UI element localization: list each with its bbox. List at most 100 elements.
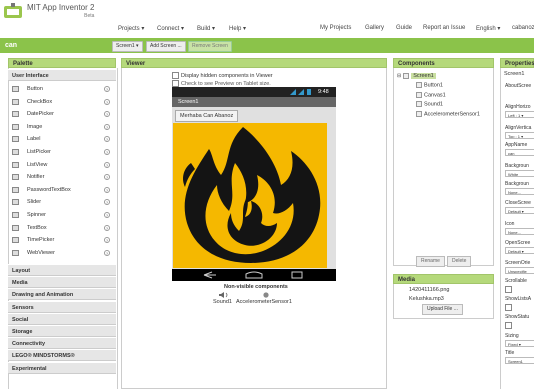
help-icon[interactable]: ? [104,237,110,244]
palette-category-sensors[interactable]: Sensors [8,300,116,313]
palette-item-listview[interactable]: ListView? [9,159,115,171]
tree-screen1[interactable]: ⊟ Screen1 [397,73,436,80]
help-icon[interactable]: ? [104,224,110,231]
help-icon[interactable]: ? [104,149,110,155]
canvas1-preview[interactable] [173,123,327,268]
menu-help[interactable]: Help ▾ [229,25,246,32]
button1-preview[interactable]: Merhaba Can Abanoz [175,110,239,122]
help-icon[interactable]: ? [104,212,110,218]
property-value[interactable]: Default ▾ [505,207,534,214]
link-my-projects[interactable]: My Projects [320,25,351,31]
help-icon[interactable]: ? [104,174,110,181]
notifier-icon [12,174,19,181]
palette-category-connectivity[interactable]: Connectivity [8,337,116,350]
media-file-png[interactable]: 1420411166.png [409,287,449,293]
link-guide[interactable]: Guide [396,25,412,31]
tablet-preview-checkbox-row[interactable]: Check to see Preview on Tablet size. [172,80,271,87]
help-icon[interactable]: ? [104,136,110,143]
palette-category-user-interface[interactable]: User Interface [8,69,116,81]
property-checkbox[interactable] [505,286,512,293]
property-value[interactable]: Top : 1 ▾ [505,132,534,139]
property-checkbox[interactable] [505,304,512,311]
add-screen-button[interactable]: Add Screen ... [146,41,186,52]
property-value[interactable]: Unspecifie [505,267,534,274]
phone-nav-bar [172,269,336,281]
user-account[interactable]: cabanoz [512,25,534,31]
property-value[interactable]: can [505,149,534,156]
help-icon[interactable]: ? [104,199,110,206]
nonvisible-accelerometer1[interactable]: AccelerometerSensor1 [236,299,292,305]
property-value[interactable]: None... [505,188,534,195]
tree-canvas1[interactable]: Canvas1 [416,92,446,98]
palette-item-label: TextBox [27,224,47,231]
help-icon[interactable]: ? [104,249,110,256]
palette-item-timepicker[interactable]: TimePicker? [9,234,115,246]
screen-select[interactable]: Screen1 ▾ [112,41,143,52]
palette-category-storage[interactable]: Storage [8,325,116,337]
property-value[interactable]: Fixed ▾ [505,340,534,347]
tree-accelerometer1[interactable]: AccelerometerSensor1 [416,111,480,117]
remove-screen-button[interactable]: Remove Screen [188,41,232,52]
palette-category-media[interactable]: Media [8,276,116,289]
palette-item-checkbox[interactable]: CheckBox? [9,96,115,108]
help-icon[interactable]: ? [104,186,110,193]
screen-title-bar[interactable]: Screen1 [172,97,336,107]
palette-category-social[interactable]: Social [8,312,116,325]
palette-item-slider[interactable]: Slider? [9,196,115,208]
palette-category-drawing-animation[interactable]: Drawing and Animation [8,288,116,301]
property-value[interactable]: Left : 1 ▾ [505,111,534,118]
hidden-components-checkbox-row[interactable]: Display hidden components in Viewer [172,72,273,79]
signal-wifi-battery-icon [290,89,311,95]
palette-item-label[interactable]: Label? [9,133,115,145]
tablet-preview-checkbox[interactable] [172,80,179,87]
hidden-components-checkbox[interactable] [172,72,179,79]
help-icon[interactable]: ? [104,161,110,168]
palette-item-spinner[interactable]: Spinner? [9,209,115,221]
link-gallery[interactable]: Gallery [365,25,384,31]
property-value[interactable]: None... [505,228,534,235]
property-value[interactable]: Default ▾ [505,247,534,254]
help-icon[interactable]: ? [104,111,110,118]
help-icon[interactable]: ? [104,123,110,130]
palette-item-password[interactable]: PasswordTextBox? [9,184,115,196]
app-inventor-logo[interactable] [3,3,23,21]
palette-item-image[interactable]: Image? [9,121,115,133]
property-value[interactable]: Screen1 [505,357,534,364]
nav-buttons-icon [203,271,303,279]
palette-category-layout[interactable]: Layout [8,264,116,276]
spinner-icon [12,212,19,218]
palette-category-experimental[interactable]: Experimental [8,361,116,374]
palette-item-notifier[interactable]: Notifier? [9,171,115,183]
collapse-icon[interactable]: ⊟ [397,73,401,79]
flame-image [183,127,321,263]
palette-item-listpicker[interactable]: ListPicker? [9,146,115,158]
menu-connect[interactable]: Connect ▾ [157,25,184,32]
palette-item-textbox[interactable]: TextBox? [9,222,115,234]
property-label: Icon [505,221,515,227]
help-icon[interactable]: ? [104,86,110,92]
palette-item-datepicker[interactable]: DatePicker? [9,108,115,120]
palette-category-lego-mindstorms[interactable]: LEGO® MINDSTORMS® [8,349,116,362]
viewer-header: Viewer [121,58,387,68]
property-checkbox[interactable] [505,322,512,329]
link-report-issue[interactable]: Report an Issue [423,25,465,31]
property-value[interactable]: White [505,170,534,177]
button-icon [12,86,19,92]
palette-item-label: Slider [27,199,42,206]
rename-button[interactable]: Rename [416,256,445,267]
menu-build[interactable]: Build ▾ [197,25,215,32]
palette-item-webviewer[interactable]: WebViewer? [9,247,115,259]
upload-file-button[interactable]: Upload File ... [422,304,463,315]
project-toolbar [0,38,534,53]
menu-projects[interactable]: Projects ▾ [118,25,144,32]
nonvisible-sound1[interactable]: Sound1 [213,299,232,305]
property-label: AlignVertica [505,125,532,131]
palette-item-label: CheckBox [27,98,53,105]
delete-button[interactable]: Delete [447,256,472,267]
tree-button1[interactable]: Button1 [416,82,443,88]
media-file-mp3[interactable]: Kelushka.mp3 [409,296,444,302]
menu-language[interactable]: English ▾ [476,25,500,32]
help-icon[interactable]: ? [104,98,110,105]
tree-sound1[interactable]: Sound1 [416,101,443,107]
palette-item-button[interactable]: Button? [9,83,115,95]
